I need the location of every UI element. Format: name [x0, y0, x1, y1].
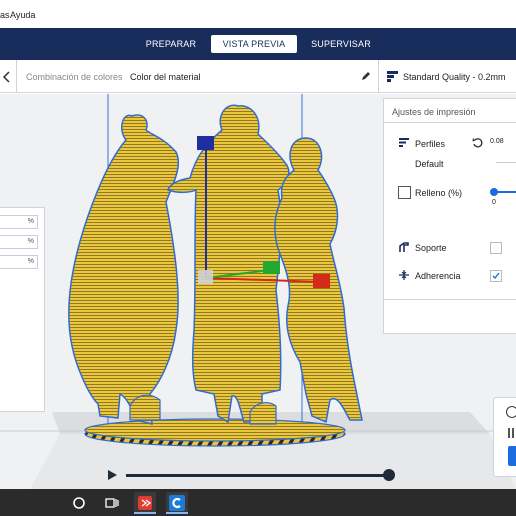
print-job-card	[493, 397, 516, 477]
support-checkbox[interactable]	[490, 242, 502, 254]
tab-preview[interactable]: VISTA PREVIA	[211, 35, 297, 53]
pencil-icon[interactable]	[361, 71, 371, 81]
layer-height-slider[interactable]	[496, 162, 516, 163]
app-red-icon[interactable]	[134, 492, 156, 514]
back-chevron-icon[interactable]	[2, 71, 12, 83]
search-circle-icon[interactable]	[68, 492, 90, 514]
profiles-label: Perfiles	[415, 139, 446, 149]
profiles-icon	[399, 138, 409, 147]
clock-icon	[506, 406, 516, 418]
infill-checkbox[interactable]	[398, 186, 411, 199]
infill-slider-handle[interactable]	[490, 188, 498, 196]
adhesion-label: Adherencia	[415, 271, 461, 281]
infill-label: Relleno (%)	[415, 188, 463, 198]
checkmark-icon	[492, 272, 500, 280]
infill-value: 0	[492, 199, 496, 206]
stats-icon	[508, 428, 514, 438]
scale-field-x[interactable]: %	[0, 215, 38, 229]
support-icon	[399, 242, 409, 253]
scale-field-z[interactable]: %	[0, 255, 38, 269]
undo-icon[interactable]	[472, 137, 483, 148]
stage-nav: PREPARAR VISTA PREVIA SUPERVISAR	[0, 28, 516, 60]
toolbar-divider	[16, 60, 17, 93]
taskbar	[0, 489, 516, 516]
quality-bars-icon	[387, 71, 398, 82]
view-toolbar: Combinación de colores Color del materia…	[0, 60, 516, 93]
layer-slider-track[interactable]	[126, 474, 390, 477]
task-view-icon[interactable]	[101, 492, 123, 514]
object-transform-panel: % % %	[0, 207, 45, 412]
slice-button[interactable]	[508, 446, 516, 466]
color-scheme-label: Combinación de colores	[26, 72, 123, 82]
move-y-handle	[263, 261, 280, 274]
quality-profile-label[interactable]: Standard Quality - 0.2mm	[403, 72, 506, 82]
adhesion-icon	[399, 270, 409, 280]
scale-field-y[interactable]: %	[0, 235, 38, 249]
color-scheme-value[interactable]: Color del material	[130, 72, 201, 82]
print-settings-title: Ajustes de impresión	[392, 107, 476, 117]
play-icon[interactable]	[107, 469, 118, 481]
print-settings-panel: Ajustes de impresión Perfiles 0.08 Defau…	[383, 98, 516, 334]
move-z-handle	[197, 136, 214, 150]
profiles-value[interactable]: Default	[415, 159, 444, 169]
cura-app-icon[interactable]	[166, 492, 188, 514]
tab-prepare[interactable]: PREPARAR	[140, 35, 202, 53]
menu-item-help[interactable]: Ayuda	[10, 10, 35, 20]
menu-bar: as Ayuda	[0, 0, 516, 28]
print-settings-header: Ajustes de impresión	[384, 99, 516, 123]
layer-height-value: 0.08	[490, 138, 504, 145]
toolbar-divider	[378, 60, 379, 93]
adhesion-checkbox[interactable]	[490, 270, 502, 282]
tab-monitor[interactable]: SUPERVISAR	[308, 35, 374, 53]
panel-footer-divider	[384, 299, 516, 300]
3d-viewport[interactable]: % % % Ajustes de impresión Perfiles 0.08…	[0, 94, 516, 489]
move-x-handle	[313, 274, 330, 288]
menu-item-partial[interactable]: as	[0, 10, 10, 20]
layer-slider-handle[interactable]	[383, 469, 395, 481]
support-label: Soporte	[415, 243, 447, 253]
